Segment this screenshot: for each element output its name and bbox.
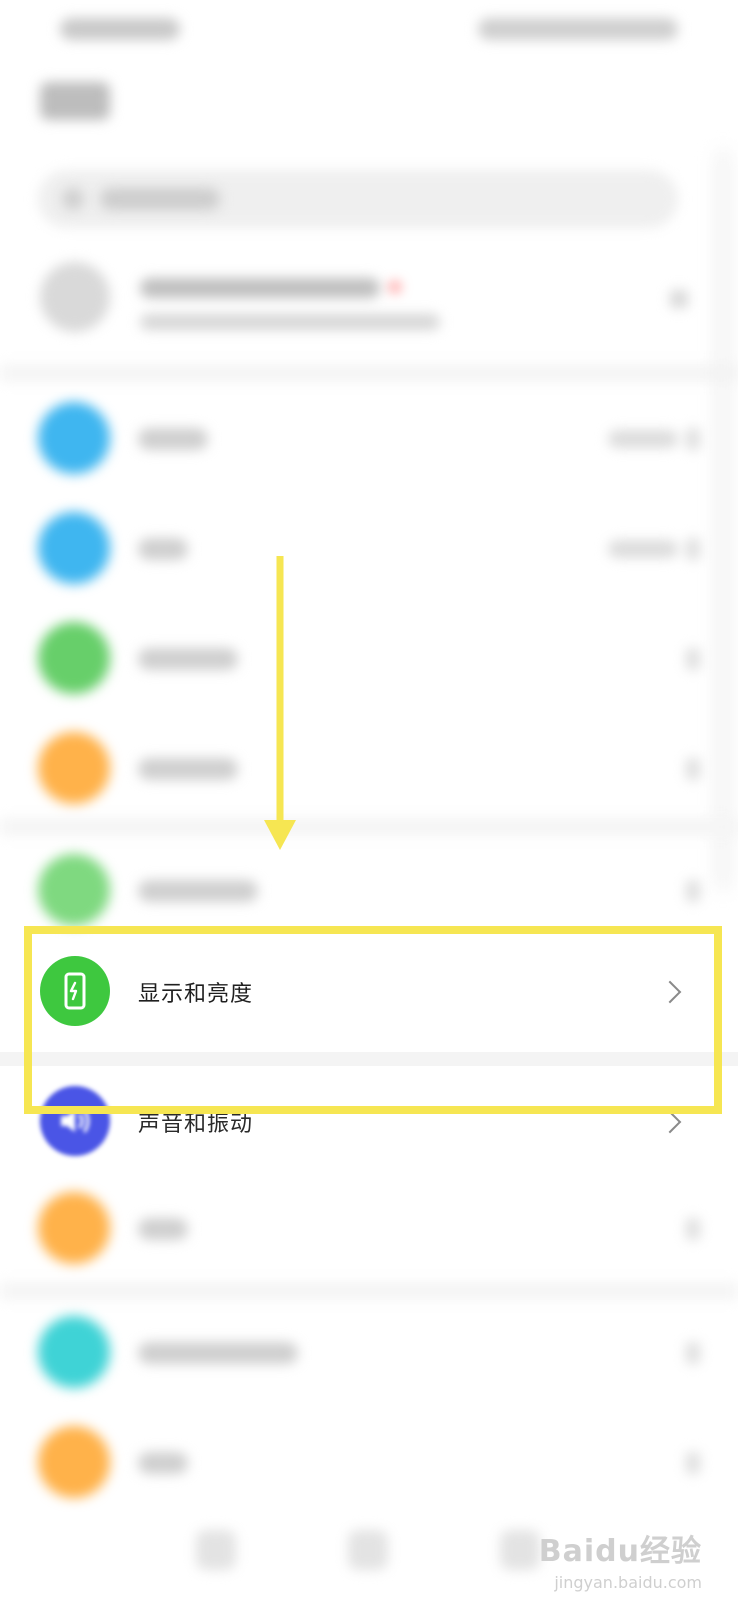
chevron-right-icon: [686, 1452, 700, 1474]
settings-item-label: [138, 1342, 298, 1364]
watermark-url: jingyan.baidu.com: [554, 1573, 702, 1592]
settings-item-label: [138, 1452, 188, 1474]
section-divider: [0, 1282, 738, 1300]
settings-item[interactable]: [0, 1172, 738, 1282]
nav-back-icon[interactable]: [196, 1530, 236, 1570]
settings-item-label: [138, 1218, 188, 1240]
nav-home-icon[interactable]: [348, 1530, 388, 1570]
chevron-right-icon: [686, 1342, 700, 1364]
settings-item-icon: [38, 1426, 110, 1498]
settings-item-icon: [38, 1316, 110, 1388]
settings-item-icon: [38, 1192, 110, 1264]
settings-item[interactable]: [0, 1296, 738, 1406]
watermark: Baidu经验: [538, 1534, 702, 1569]
chevron-right-icon: [686, 1218, 700, 1240]
nav-recents-icon[interactable]: [500, 1530, 540, 1570]
